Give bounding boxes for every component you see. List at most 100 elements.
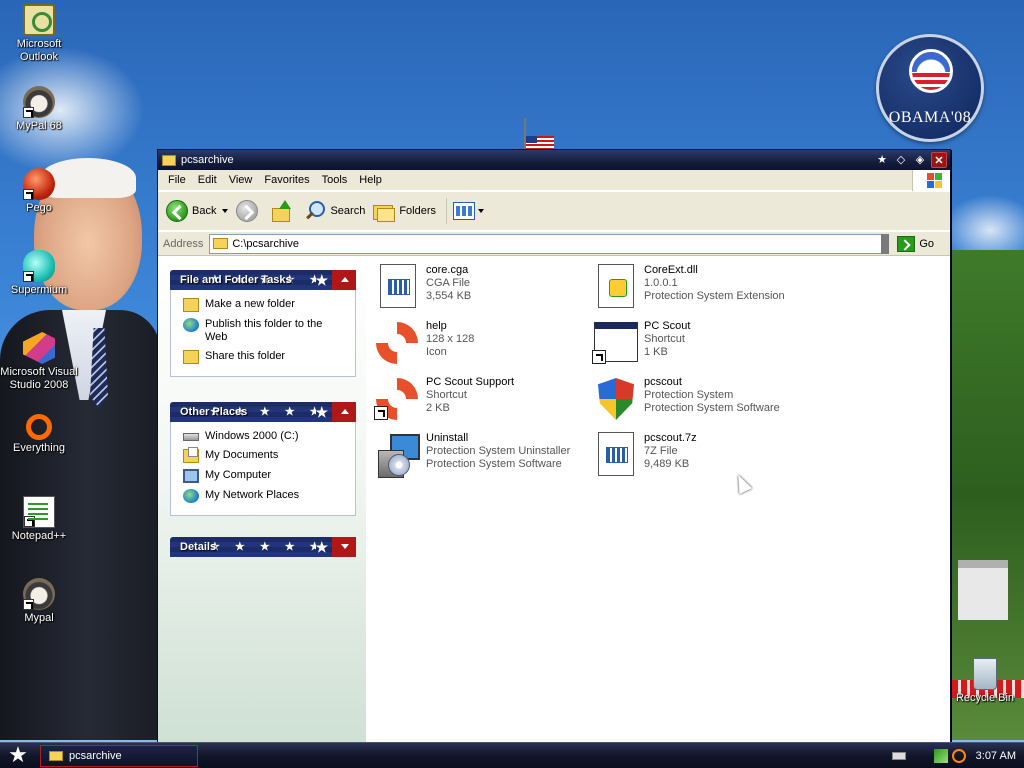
desktop-icon-label: Microsoft Outlook: [16, 38, 62, 63]
toolbar-separator: [446, 198, 448, 224]
search-icon: [304, 200, 326, 222]
share-folder-icon: [183, 350, 199, 364]
file-type: Shortcut: [644, 333, 685, 345]
task-label: Publish this folder to the Web: [205, 318, 323, 343]
star-icon[interactable]: ★: [874, 152, 890, 168]
forward-button[interactable]: [236, 200, 262, 222]
panel-title: Details: [180, 541, 217, 553]
menu-help[interactable]: Help: [353, 174, 388, 186]
address-value: C:\pcsarchive: [232, 237, 299, 250]
window-titlebar[interactable]: pcsarchive ★ ◇ ◈ ✕: [158, 150, 950, 170]
panel-title: Other Places: [180, 406, 248, 418]
file-company: Protection System: [644, 389, 734, 401]
file-item-pcscout-7z[interactable]: pcscout.7z 7Z File 9,489 KB: [592, 430, 812, 482]
folders-icon: [373, 202, 396, 222]
panel-header-details[interactable]: ★ ★ ★ ★ ★ Details ★: [170, 537, 356, 557]
panel-header-other-places[interactable]: ★ ★ ★ ★ ★ Other Places ★: [170, 402, 356, 422]
file-item-core-cga[interactable]: core.cga CGA File 3,554 KB: [374, 262, 594, 314]
address-input[interactable]: C:\pcsarchive: [209, 233, 890, 254]
collapse-icon[interactable]: [332, 402, 356, 422]
file-version: 1.0.0.1: [644, 277, 678, 289]
star-start-icon: ★: [8, 742, 28, 767]
recycle-bin-icon: [973, 658, 997, 690]
views-icon: [453, 202, 476, 220]
panel-title: File and Folder Tasks: [180, 274, 292, 286]
place-my-network[interactable]: My Network Places: [183, 489, 347, 503]
desktop-icon-everything[interactable]: Everything: [0, 414, 78, 455]
file-item-pcscout[interactable]: pcscout Protection System Protection Sys…: [592, 374, 812, 426]
expand-icon[interactable]: [332, 537, 356, 557]
go-button[interactable]: Go: [897, 235, 935, 252]
supermium-icon: [23, 250, 55, 282]
shortcut-arrow-icon: [23, 599, 34, 610]
campaign-logo-icon: [909, 49, 953, 93]
document-icon: [374, 262, 422, 310]
file-size: 3,554 KB: [426, 290, 472, 302]
place-my-documents[interactable]: My Documents: [183, 447, 347, 463]
desktop-icon-pego[interactable]: Pego: [0, 168, 78, 215]
address-bar: Address C:\pcsarchive Go: [158, 232, 950, 256]
file-item-coreext-dll[interactable]: CoreExt.dll 1.0.0.1 Protection System Ex…: [592, 262, 812, 314]
task-make-new-folder[interactable]: Make a new folder: [183, 298, 347, 312]
explorer-window[interactable]: pcsarchive ★ ◇ ◈ ✕ File Edit View Favori…: [157, 149, 951, 743]
desktop-icon-notepadpp[interactable]: Notepad++: [0, 496, 78, 543]
back-arrow-icon: [166, 200, 188, 222]
clock[interactable]: 3:07 AM: [976, 750, 1016, 762]
chevron-down-icon[interactable]: [222, 209, 229, 213]
maximize-button[interactable]: ◈: [912, 152, 928, 168]
my-documents-icon: [183, 447, 199, 463]
menu-tools[interactable]: Tools: [316, 174, 354, 186]
desktop-icon-visual-studio[interactable]: Microsoft Visual Studio 2008: [0, 332, 78, 392]
task-publish-web[interactable]: Publish this folder to the Web: [183, 318, 347, 344]
shortcut-arrow-icon: [23, 189, 34, 200]
file-description: Protection System Software: [644, 402, 780, 414]
file-details: PC Scout Support Shortcut 2 KB: [426, 374, 514, 426]
file-item-pc-scout[interactable]: PC Scout Shortcut 1 KB: [592, 318, 812, 370]
keyboard-icon[interactable]: [891, 752, 906, 760]
star-icon: ★: [315, 404, 328, 420]
desktop-icon-mypal68[interactable]: MyPal 68: [0, 86, 78, 133]
file-item-pc-scout-support[interactable]: PC Scout Support Shortcut 2 KB: [374, 374, 594, 426]
file-size: 1 KB: [644, 346, 668, 358]
back-label: Back: [192, 205, 217, 217]
task-share-folder[interactable]: Share this folder: [183, 350, 347, 364]
file-type: Icon: [426, 346, 447, 358]
back-button[interactable]: Back: [166, 200, 229, 222]
place-drive-c[interactable]: Windows 2000 (C:): [183, 430, 347, 443]
place-my-computer[interactable]: My Computer: [183, 469, 347, 483]
desktop-icon-mypal[interactable]: Mypal: [0, 578, 78, 625]
installer-icon: [374, 430, 422, 478]
desktop-icon-supermium[interactable]: Supermium: [0, 250, 78, 297]
file-item-uninstall[interactable]: Uninstall Protection System Uninstaller …: [374, 430, 594, 482]
folders-label: Folders: [399, 205, 437, 217]
collapse-icon[interactable]: [332, 270, 356, 290]
search-button[interactable]: Search: [304, 200, 365, 222]
up-button[interactable]: [270, 200, 296, 222]
minimize-button[interactable]: ◇: [893, 152, 909, 168]
document-page-icon: [380, 264, 416, 308]
close-button[interactable]: ✕: [931, 152, 947, 168]
folder-icon: [162, 154, 176, 166]
desktop-icon-label: Mypal: [24, 612, 54, 624]
menu-edit[interactable]: Edit: [192, 174, 223, 186]
menu-view[interactable]: View: [223, 174, 259, 186]
folders-button[interactable]: Folders: [373, 202, 437, 222]
file-name: help: [426, 320, 447, 332]
menu-favorites[interactable]: Favorites: [258, 174, 315, 186]
chevron-down-icon[interactable]: [478, 209, 485, 213]
file-item-help[interactable]: help 128 x 128 Icon: [374, 318, 594, 370]
desktop-icon-outlook[interactable]: Microsoft Outlook: [0, 4, 78, 64]
start-button[interactable]: ★: [0, 743, 36, 768]
desktop-icon-recycle-bin[interactable]: Recycle Bin: [946, 658, 1024, 705]
file-company: Protection System Software: [426, 458, 562, 470]
search-tray-icon[interactable]: [951, 749, 966, 763]
tray-app-icon[interactable]: [933, 749, 948, 763]
address-dropdown-button[interactable]: [881, 233, 890, 254]
go-label: Go: [919, 237, 935, 250]
views-button[interactable]: [453, 202, 485, 220]
taskbar-button-pcsarchive[interactable]: pcsarchive: [40, 745, 198, 767]
menu-file[interactable]: File: [162, 174, 192, 186]
folder-icon: [49, 751, 63, 761]
shortcut-arrow-icon: [24, 516, 35, 527]
panel-header-file-tasks[interactable]: ★ ★ ★ ★ ★ File and Folder Tasks ★: [170, 270, 356, 290]
